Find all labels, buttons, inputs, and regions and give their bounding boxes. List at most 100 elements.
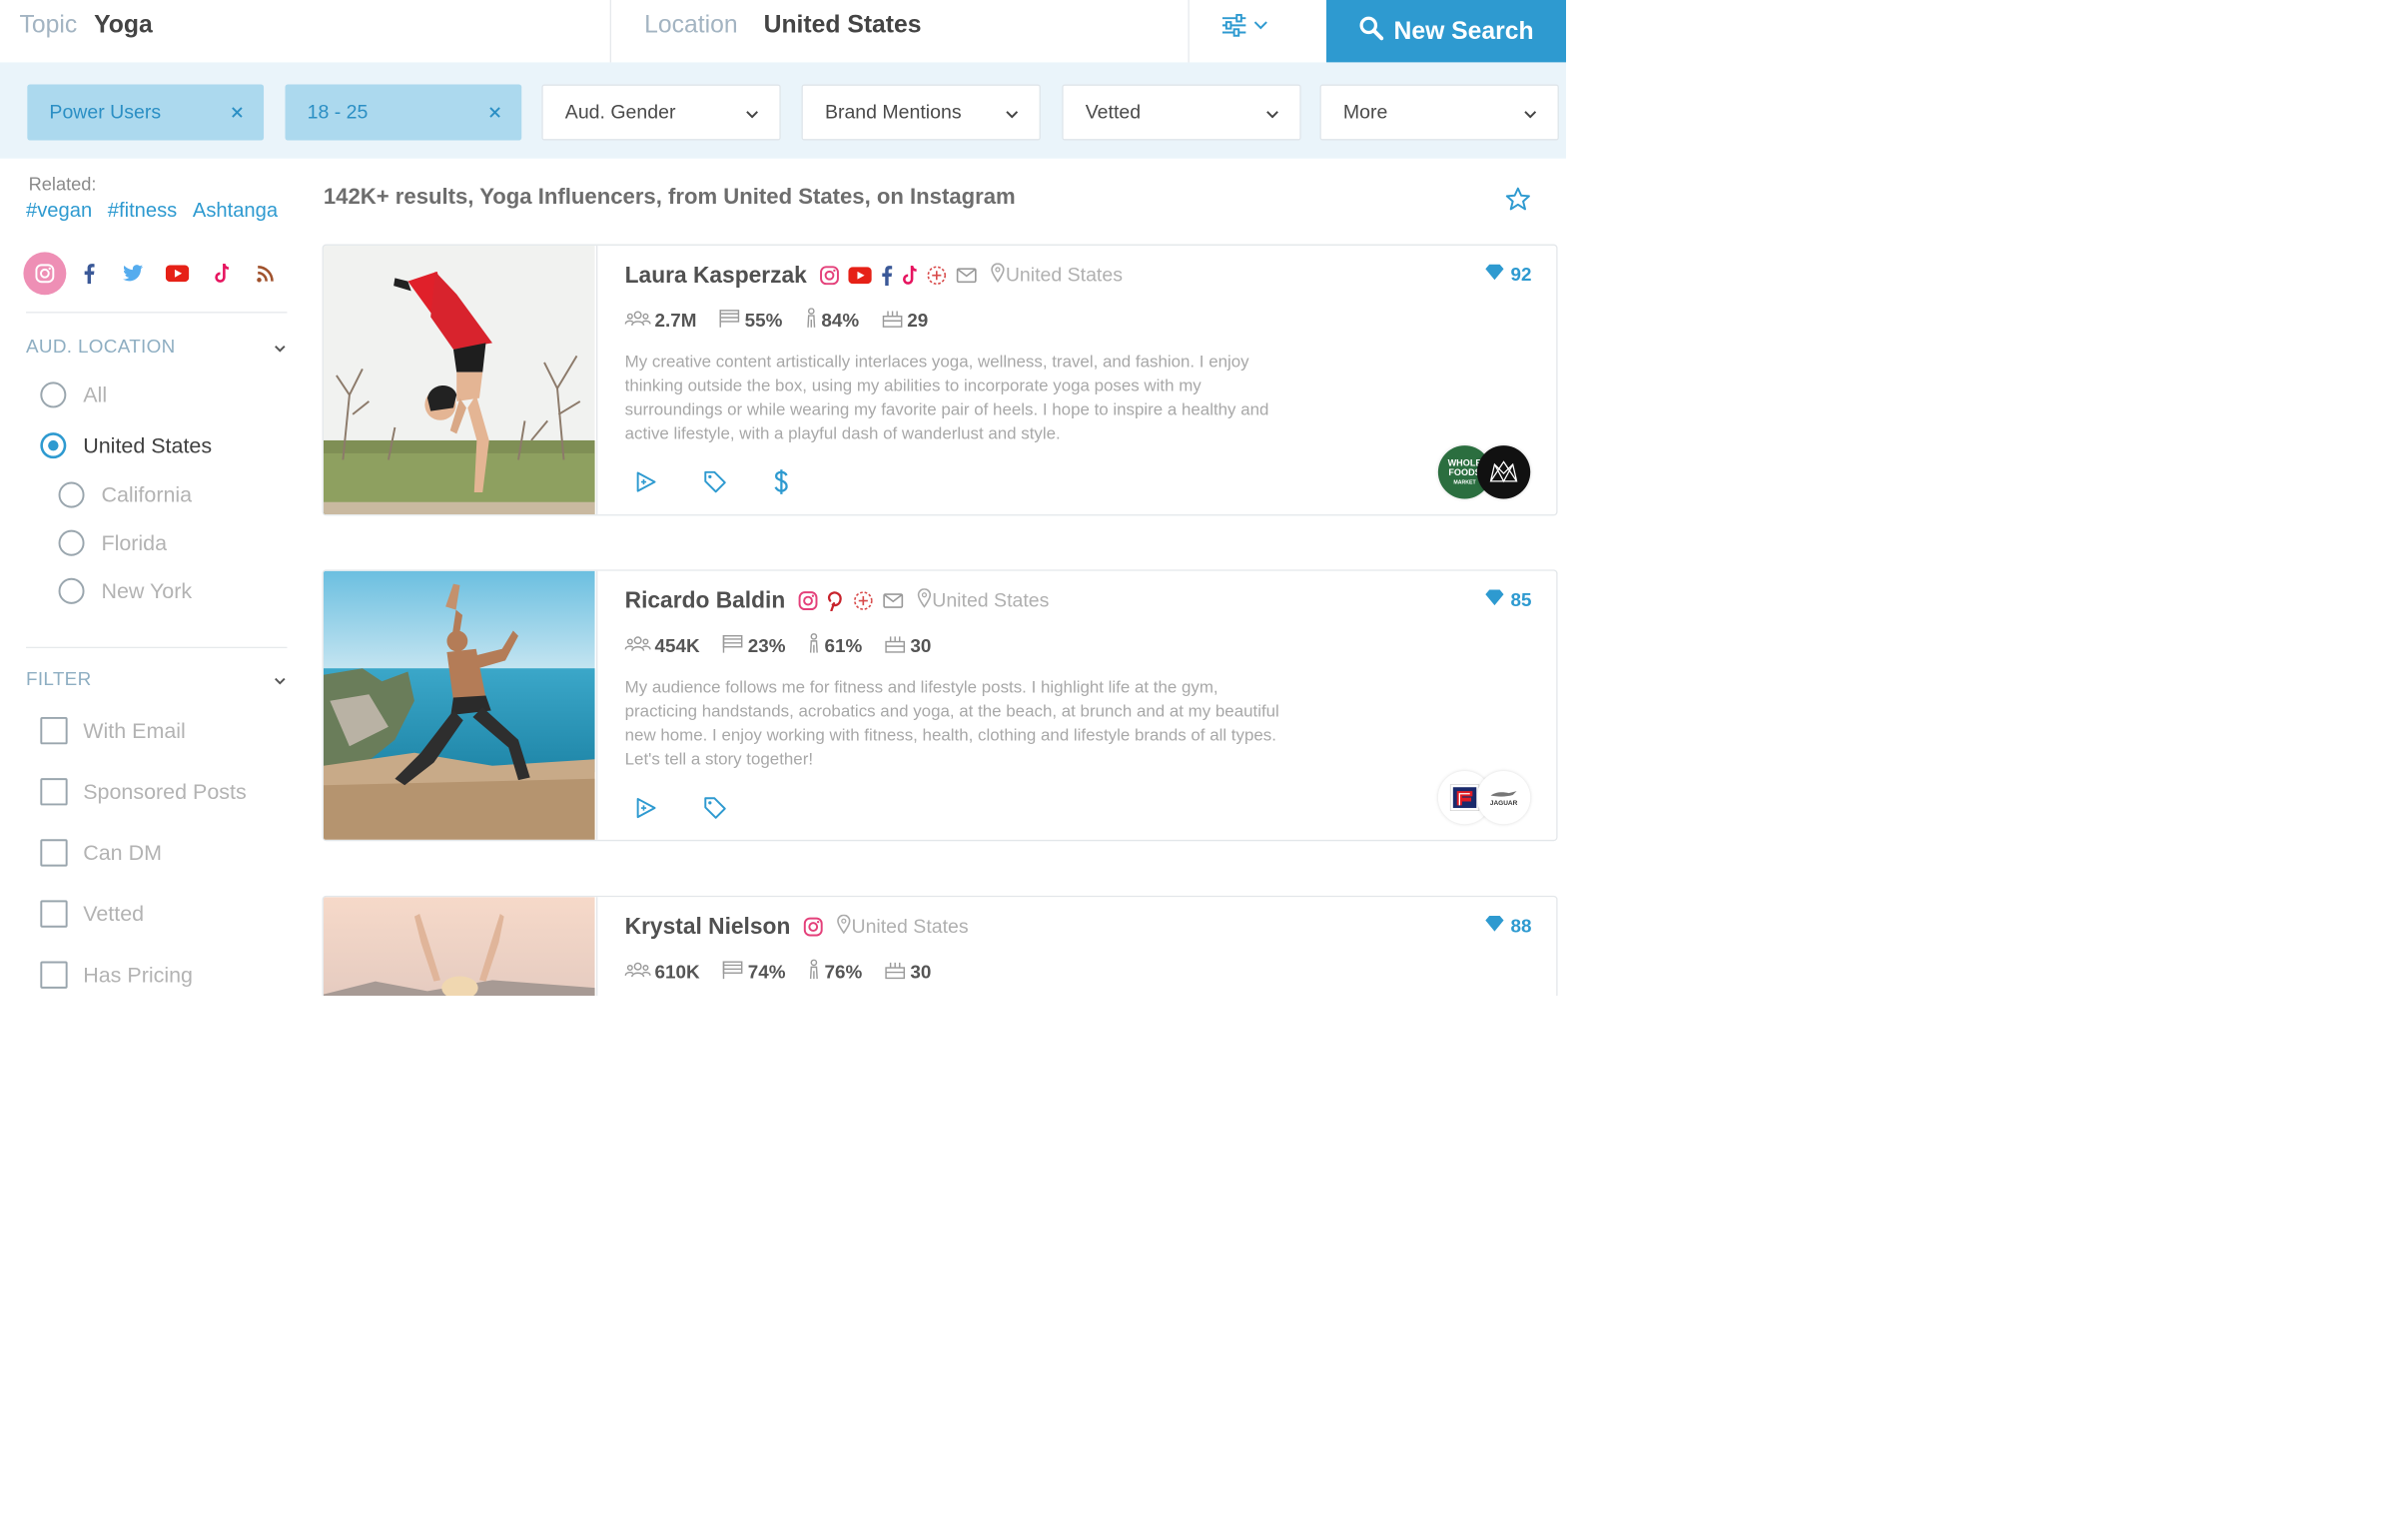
influencer-bio: My audience follows me for fitness and l…: [624, 676, 1279, 769]
profile-photo[interactable]: [323, 897, 595, 996]
mail-icon[interactable]: [883, 593, 904, 609]
checkbox[interactable]: [40, 961, 68, 989]
age-value: 30: [910, 635, 932, 657]
dropdown-more[interactable]: More: [1319, 84, 1559, 141]
dropdown-aud-gender[interactable]: Aud. Gender: [541, 84, 781, 141]
play-icon[interactable]: [634, 470, 657, 493]
radio-button[interactable]: [58, 481, 85, 508]
checkbox[interactable]: [40, 900, 68, 928]
filter-chip-power-users[interactable]: Power Users: [27, 84, 265, 141]
score-value: 85: [1510, 589, 1532, 611]
tag-icon[interactable]: [703, 796, 728, 821]
location-pin-icon: [990, 263, 1006, 288]
checkbox-with-email[interactable]: With Email: [40, 716, 186, 745]
dropdown-vetted[interactable]: Vetted: [1062, 84, 1301, 141]
checkbox-label: Can DM: [83, 840, 162, 865]
facebook-icon[interactable]: [68, 252, 111, 295]
influencer-card[interactable]: Laura Kasperzak United States 2.7M 55% 8…: [322, 244, 1558, 516]
mail-icon[interactable]: [956, 268, 977, 284]
tiktok-icon[interactable]: [200, 252, 243, 295]
youtube-icon[interactable]: [156, 252, 199, 295]
checkbox-vetted[interactable]: Vetted: [40, 900, 145, 928]
checkbox-label: Sponsored Posts: [83, 779, 247, 804]
checkbox-label: With Email: [83, 718, 186, 743]
star-icon[interactable]: [1505, 187, 1531, 214]
topic-field[interactable]: Topic Yoga: [20, 0, 153, 49]
new-search-button[interactable]: New Search: [1326, 0, 1566, 63]
radio-button[interactable]: [40, 382, 67, 408]
influencer-bio: My creative content artistically interla…: [624, 351, 1269, 443]
aud-location-toggle[interactable]: AUD. LOCATION: [26, 337, 286, 358]
radio-florida[interactable]: Florida: [58, 529, 168, 556]
checkbox-can-dm[interactable]: Can DM: [40, 839, 162, 867]
rss-icon[interactable]: [245, 252, 288, 295]
advanced-filters-button[interactable]: [1221, 10, 1280, 43]
chevron-down-icon: [274, 669, 286, 690]
age-stat: 29: [881, 309, 928, 334]
gender-pct: 84%: [821, 310, 860, 332]
pinterest-icon[interactable]: [827, 590, 844, 611]
score-value: 88: [1510, 915, 1532, 937]
related-tag[interactable]: Ashtanga: [193, 199, 278, 222]
filter-toggle[interactable]: FILTER: [26, 669, 286, 690]
twitter-icon[interactable]: [112, 252, 155, 295]
card-actions: [634, 796, 728, 821]
checkbox[interactable]: [40, 839, 68, 867]
add-network-icon[interactable]: [926, 265, 947, 286]
related-label: Related:: [28, 174, 97, 195]
play-icon[interactable]: [634, 796, 657, 819]
radio-all[interactable]: All: [40, 382, 108, 408]
checkbox-label: Vetted: [83, 901, 145, 926]
checkbox[interactable]: [40, 778, 68, 806]
close-icon[interactable]: [232, 101, 244, 123]
radio-button[interactable]: [58, 529, 85, 556]
dropdown-label: Brand Mentions: [824, 101, 962, 123]
location-field[interactable]: Location United States: [644, 0, 921, 49]
radio-label: New York: [101, 578, 193, 603]
radio-california[interactable]: California: [58, 481, 193, 508]
filter-chip-age[interactable]: 18 - 25: [285, 84, 522, 141]
card-body: Ricardo Baldin United States 454K 23% 61…: [596, 570, 1556, 840]
jaguar-logo[interactable]: JAGUAR: [1476, 770, 1531, 825]
instagram-icon[interactable]: [803, 917, 823, 937]
location-value[interactable]: United States: [764, 11, 922, 39]
profile-photo[interactable]: [323, 245, 595, 515]
checkbox-sponsored-posts[interactable]: Sponsored Posts: [40, 778, 247, 806]
app-root: Topic Yoga Location United States New Se…: [0, 0, 1566, 996]
radio-new-york[interactable]: New York: [58, 577, 193, 604]
followers-icon: [624, 962, 655, 984]
influencer-name[interactable]: Laura Kasperzak: [625, 263, 807, 289]
checkbox[interactable]: [40, 716, 68, 745]
tag-icon[interactable]: [703, 469, 728, 494]
close-icon[interactable]: [489, 101, 501, 123]
youtube-icon[interactable]: [848, 267, 872, 285]
instagram-icon[interactable]: [820, 266, 840, 286]
tiktok-icon[interactable]: [902, 265, 918, 286]
influencer-name[interactable]: Ricardo Baldin: [625, 588, 786, 614]
crown-brand-logo[interactable]: [1476, 445, 1531, 499]
stats-row: 2.7M 55% 84% 29: [624, 308, 951, 334]
dropdown-brand-mentions[interactable]: Brand Mentions: [801, 84, 1041, 141]
profile-photo[interactable]: [323, 570, 595, 840]
radio-button[interactable]: [40, 432, 67, 459]
related-tag[interactable]: #vegan: [26, 199, 92, 222]
influencer-card[interactable]: Krystal Nielson United States 610K 74% 7…: [322, 895, 1558, 996]
influencer-card[interactable]: Ricardo Baldin United States 454K 23% 61…: [322, 569, 1558, 842]
checkbox-has-pricing[interactable]: Has Pricing: [40, 961, 193, 989]
radio-label: Florida: [101, 530, 168, 555]
followers-icon: [624, 635, 655, 657]
dropdown-label: Aud. Gender: [564, 101, 676, 123]
instagram-icon[interactable]: [23, 252, 67, 296]
add-network-icon[interactable]: [853, 590, 874, 611]
related-tag[interactable]: #fitness: [108, 199, 177, 222]
instagram-icon[interactable]: [798, 591, 818, 611]
radio-button[interactable]: [58, 577, 85, 604]
radio-label: All: [83, 383, 108, 407]
radio-united-states[interactable]: United States: [40, 432, 212, 459]
followers-icon: [624, 310, 655, 332]
topic-value[interactable]: Yoga: [94, 11, 153, 39]
influencer-name[interactable]: Krystal Nielson: [625, 914, 791, 940]
facebook-icon[interactable]: [881, 265, 893, 287]
dollar-icon[interactable]: [773, 469, 790, 495]
gender-icon: [808, 959, 825, 986]
